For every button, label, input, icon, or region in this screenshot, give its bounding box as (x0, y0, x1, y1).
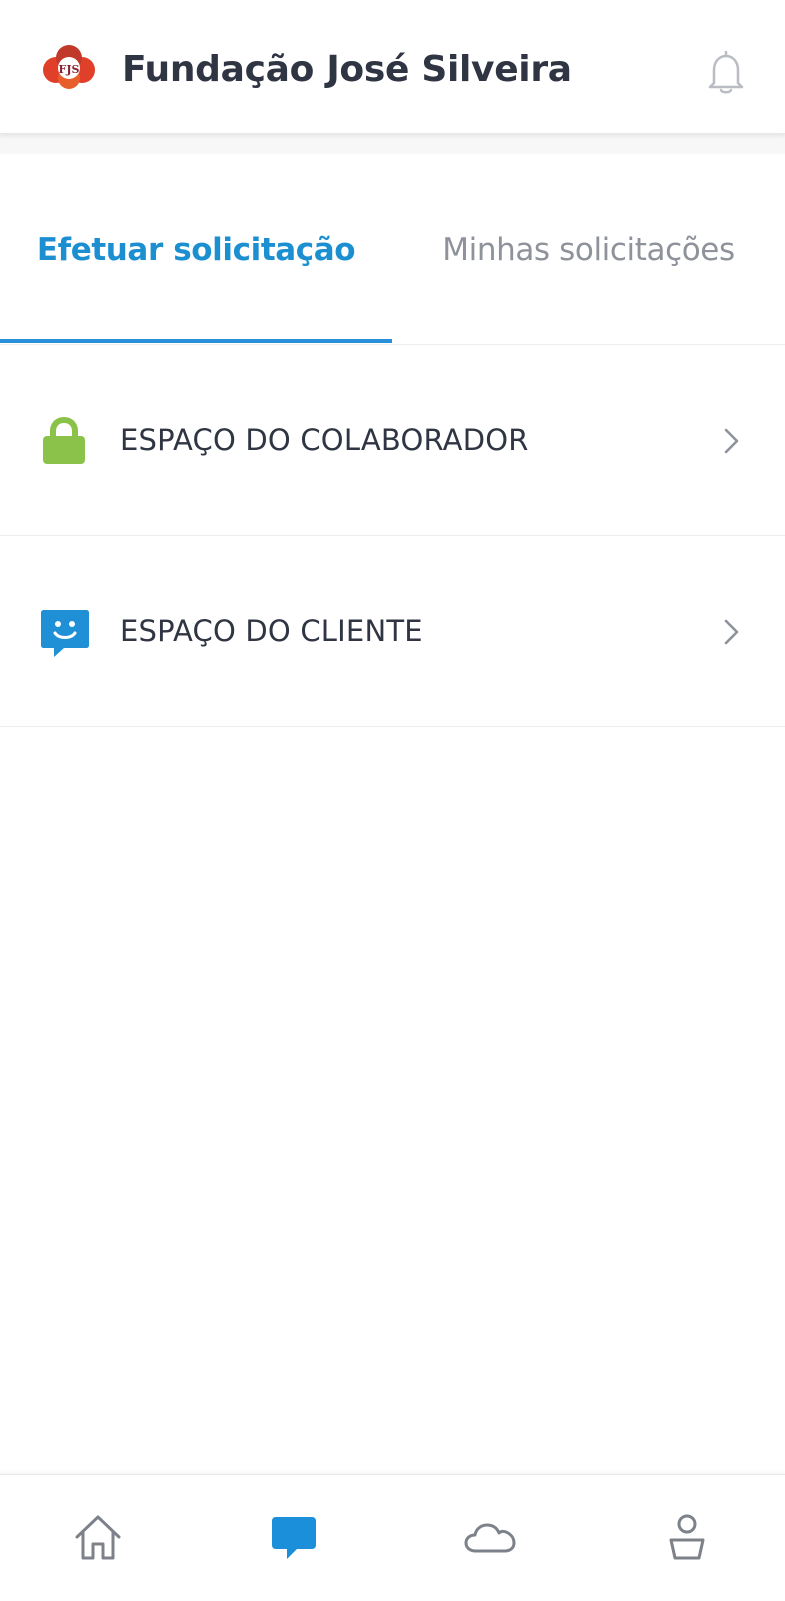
chat-icon (272, 1517, 316, 1559)
header-separator (0, 134, 785, 154)
cloud-icon (464, 1523, 516, 1553)
svg-text:FJS: FJS (59, 63, 80, 76)
request-tabs: Efetuar solicitação Minhas solicitações (0, 154, 785, 345)
chevron-right-icon (718, 425, 746, 457)
bell-icon (708, 50, 744, 94)
smiley-chat-icon (40, 608, 89, 657)
user-icon (669, 1514, 704, 1560)
nav-chat-button[interactable] (196, 1475, 392, 1601)
lock-icon (40, 416, 88, 465)
bottom-navigation (0, 1474, 785, 1600)
active-tab-indicator (0, 339, 392, 343)
notifications-button[interactable] (704, 48, 748, 96)
list-item-espaco-cliente[interactable]: ESPAÇO DO CLIENTE (0, 536, 785, 727)
chevron-right-icon (718, 616, 746, 648)
app-header: FJS Fundação José Silveira (0, 0, 785, 134)
nav-home-button[interactable] (0, 1475, 196, 1601)
nav-profile-button[interactable] (588, 1475, 785, 1601)
list-item-espaco-colaborador[interactable]: ESPAÇO DO COLABORADOR (0, 345, 785, 536)
home-icon (75, 1515, 121, 1560)
tab-efetuar-solicitacao[interactable]: Efetuar solicitação (0, 154, 392, 345)
page-title: Fundação José Silveira (122, 49, 572, 90)
space-list: ESPAÇO DO COLABORADOR ESPAÇO DO CLIENTE (0, 345, 785, 727)
list-item-label: ESPAÇO DO COLABORADOR (120, 423, 529, 457)
tab-minhas-solicitacoes[interactable]: Minhas solicitações (392, 154, 785, 345)
foundation-logo: FJS (40, 44, 98, 92)
nav-cloud-button[interactable] (392, 1475, 588, 1601)
list-item-label: ESPAÇO DO CLIENTE (120, 614, 423, 648)
